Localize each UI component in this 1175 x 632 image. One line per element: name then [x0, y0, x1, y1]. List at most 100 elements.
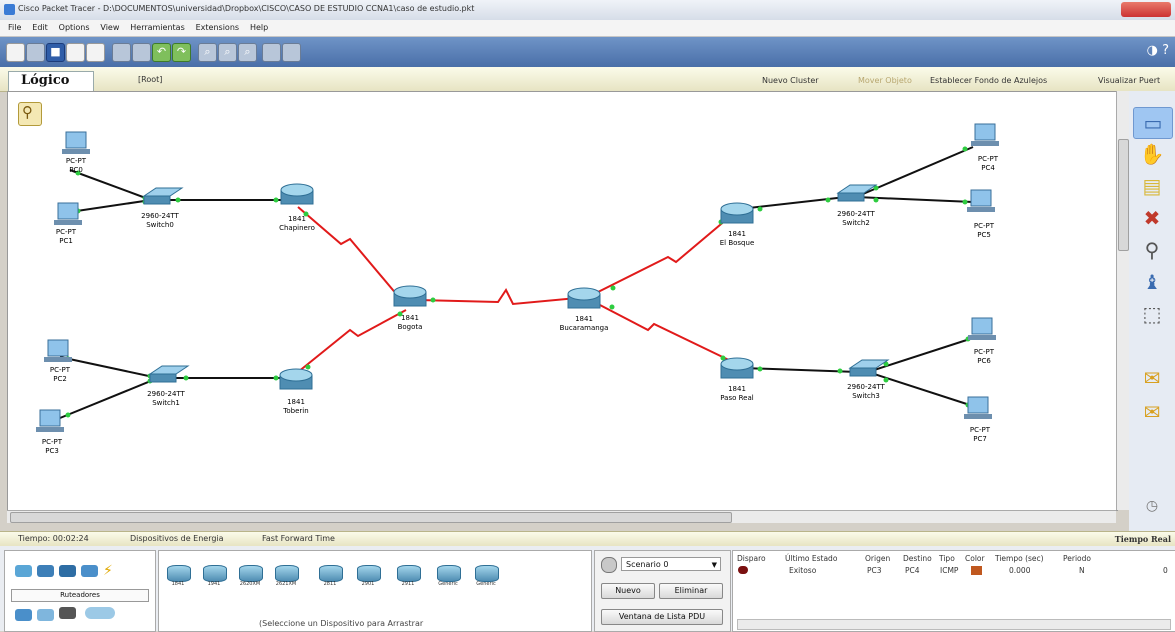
horizontal-scrollbar[interactable] [7, 510, 1116, 523]
connections-category-icon[interactable]: ⚡ [103, 563, 120, 579]
wan-category-icon[interactable] [37, 609, 54, 621]
router-elbosque[interactable]: 1841 El Bosque [720, 202, 755, 247]
note-tool-icon[interactable]: ▤ [1133, 171, 1171, 201]
custom-category-icon[interactable] [59, 607, 76, 619]
delete-scenario-button[interactable]: Eliminar [659, 583, 723, 599]
pc7[interactable]: PC-PT PC7 [964, 396, 992, 443]
router-1941-item[interactable]: 1941 [201, 565, 227, 587]
pdu-table-scrollbar[interactable] [737, 619, 1171, 630]
root-label[interactable]: [Root] [138, 75, 162, 84]
power-cycle-button[interactable]: Dispositivos de Energia [130, 534, 224, 543]
router-2620xm-item[interactable]: 2620XM [237, 565, 263, 587]
paste-icon[interactable] [132, 43, 151, 62]
router-generic-item-2[interactable]: Generic [473, 565, 499, 587]
category-label: Ruteadores [11, 589, 149, 602]
add-simple-pdu-icon[interactable]: ✉ [1133, 363, 1171, 393]
router-2901-item[interactable]: 2901 [355, 565, 381, 587]
zoom-reset-icon[interactable]: ⌕ [218, 43, 237, 62]
new-file-icon[interactable] [6, 43, 25, 62]
menu-file[interactable]: File [8, 23, 21, 32]
switch1[interactable]: 2960-24TT Switch1 [147, 365, 190, 407]
palette-icon[interactable] [262, 43, 281, 62]
svg-text:PC-PT: PC-PT [66, 157, 87, 165]
copy-icon[interactable] [112, 43, 131, 62]
pc6[interactable]: PC-PT PC6 [968, 317, 996, 365]
menu-options[interactable]: Options [59, 23, 90, 32]
svg-text:PC6: PC6 [977, 357, 991, 365]
select-tool-icon[interactable]: ▭ [1133, 107, 1173, 139]
delete-tool-icon[interactable]: ✖ [1133, 203, 1171, 233]
horizontal-scroll-thumb[interactable] [10, 512, 732, 523]
routers-category-icon[interactable] [15, 565, 32, 577]
new-scenario-button[interactable]: Nuevo [601, 583, 655, 599]
hand-tool-icon[interactable]: ✋ [1133, 139, 1171, 169]
pc0[interactable]: PC-PT PC0 [62, 131, 90, 174]
router-bogota[interactable]: 1841 Bogota [393, 285, 427, 331]
wireless-category-icon[interactable] [81, 565, 98, 577]
fast-forward-button[interactable]: Fast Forward Time [262, 534, 335, 543]
logical-view-icon[interactable]: ⚲ [18, 102, 42, 126]
svg-text:PC3: PC3 [45, 447, 59, 455]
wizard-icon[interactable] [86, 43, 105, 62]
zoom-out-icon[interactable]: ⌕ [238, 43, 257, 62]
multiuser-category-icon[interactable] [85, 607, 115, 619]
redo-icon[interactable]: ↷ [172, 43, 191, 62]
realtime-clock-icon[interactable]: ◷ [1133, 491, 1171, 521]
switch3[interactable]: 2960-24TT Switch3 [847, 359, 890, 400]
add-complex-pdu-icon[interactable]: ✉ [1133, 397, 1171, 427]
print-icon[interactable] [66, 43, 85, 62]
router-1841-item[interactable]: 1841 [165, 565, 191, 587]
new-cluster-button[interactable]: Nuevo Cluster [762, 76, 819, 85]
router-pasoreal[interactable]: 1841 Paso Real [720, 357, 754, 402]
pc5[interactable]: PC-PT PC5 [967, 189, 995, 239]
pdu-list-window-button[interactable]: Ventana de Lista PDU [601, 609, 723, 625]
move-object-button[interactable]: Mover Objeto [858, 76, 912, 85]
pc1[interactable]: PC-PT PC1 [54, 202, 82, 245]
undo-icon[interactable]: ↶ [152, 43, 171, 62]
svg-text:El Bosque: El Bosque [720, 239, 755, 247]
workspace-canvas[interactable]: PC-PT PC0 PC-PT PC1 PC-PT PC2 PC-PT PC3 … [7, 91, 1118, 511]
svg-text:PC4: PC4 [981, 164, 995, 172]
router-2621xm-item[interactable]: 2621XM [273, 565, 299, 587]
menu-edit[interactable]: Edit [32, 23, 48, 32]
fire-indicator[interactable] [738, 566, 748, 574]
pc3[interactable]: PC-PT PC3 [36, 409, 64, 455]
menu-herramientas[interactable]: Herramientas [130, 23, 185, 32]
viewport-button[interactable]: Visualizar Puert [1098, 76, 1160, 85]
link-switch3-pc6 [867, 336, 977, 373]
switches-category-icon[interactable] [37, 565, 54, 577]
draw-tool-icon[interactable]: ♝ [1133, 267, 1171, 297]
vertical-scroll-thumb[interactable] [1118, 139, 1129, 251]
resize-tool-icon[interactable]: ⬚ [1133, 299, 1171, 329]
vertical-scrollbar[interactable] [1116, 91, 1129, 510]
pc4[interactable]: PC-PT PC4 [971, 123, 999, 172]
inspect-tool-icon[interactable]: ⚲ [1133, 235, 1171, 265]
menu-extensions[interactable]: Extensions [196, 23, 239, 32]
switch0[interactable]: 2960-24TT Switch0 [141, 187, 184, 229]
realtime-mode-label[interactable]: Tiempo Real [1115, 534, 1171, 544]
scenario-select[interactable]: Scenario 0 ▼ [621, 557, 721, 571]
set-background-button[interactable]: Establecer Fondo de Azulejos [930, 76, 1047, 85]
col-tipo: Tipo [939, 554, 955, 563]
tab-logico[interactable]: Lógico [8, 71, 94, 92]
pc2[interactable]: PC-PT PC2 [44, 339, 72, 383]
save-icon[interactable]: ■ [46, 43, 65, 62]
router-2811-item[interactable]: 2811 [317, 565, 343, 587]
menu-help[interactable]: Help [250, 23, 268, 32]
help-icon[interactable]: ◑ ? [1147, 43, 1169, 58]
router-bucaramanga[interactable]: 1841 Bucaramanga [560, 287, 609, 332]
end-devices-category-icon[interactable] [15, 609, 32, 621]
zoom-in-icon[interactable]: ⌕ [198, 43, 217, 62]
svg-text:PC-PT: PC-PT [56, 228, 77, 236]
menu-view[interactable]: View [100, 23, 119, 32]
window-controls[interactable] [1121, 2, 1171, 17]
time-display: Tiempo: 00:02:24 [18, 534, 89, 543]
router-chapinero[interactable]: 1841 Chapinero [279, 183, 315, 232]
open-folder-icon[interactable] [26, 43, 45, 62]
router-2911-item[interactable]: 2911 [395, 565, 421, 587]
svg-text:PC2: PC2 [53, 375, 67, 383]
router-generic-item[interactable]: Generic [435, 565, 461, 587]
router-toberin[interactable]: 1841 Toberin [279, 368, 313, 415]
hubs-category-icon[interactable] [59, 565, 76, 577]
custom-device-icon[interactable] [282, 43, 301, 62]
